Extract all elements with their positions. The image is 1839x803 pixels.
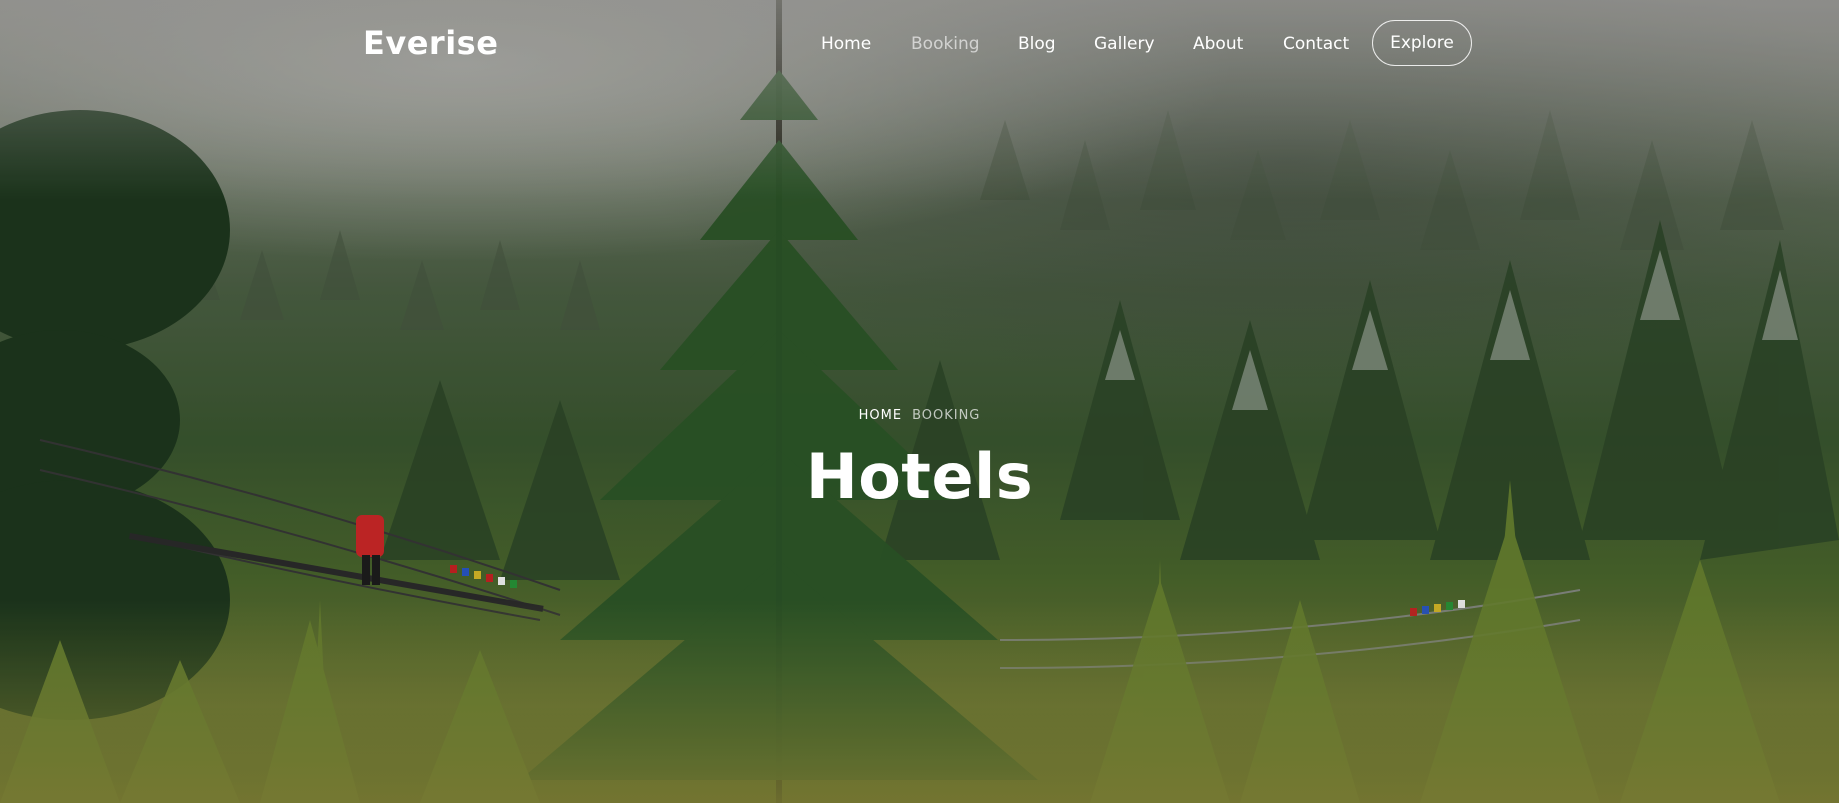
breadcrumb: HOME BOOKING: [0, 408, 1839, 423]
breadcrumb-home-link[interactable]: HOME: [859, 408, 902, 423]
breadcrumb-current: BOOKING: [912, 408, 981, 423]
nav-item-contact[interactable]: Contact: [1283, 34, 1349, 54]
nav-item-home[interactable]: Home: [821, 34, 871, 54]
hero-section: Everise Home Booking Blog Gallery About …: [0, 0, 1839, 803]
page-title: Hotels: [805, 440, 1034, 513]
top-navbar: Everise Home Booking Blog Gallery About …: [0, 0, 1839, 90]
hero-overlay: [0, 0, 1839, 803]
main-menu: Home Booking Blog Gallery About Contact: [0, 0, 1839, 90]
nav-item-blog[interactable]: Blog: [1018, 34, 1056, 54]
nav-item-about[interactable]: About: [1193, 34, 1243, 54]
nav-item-gallery[interactable]: Gallery: [1094, 34, 1155, 54]
explore-button[interactable]: Explore: [1372, 20, 1472, 66]
nav-item-booking[interactable]: Booking: [911, 34, 980, 54]
